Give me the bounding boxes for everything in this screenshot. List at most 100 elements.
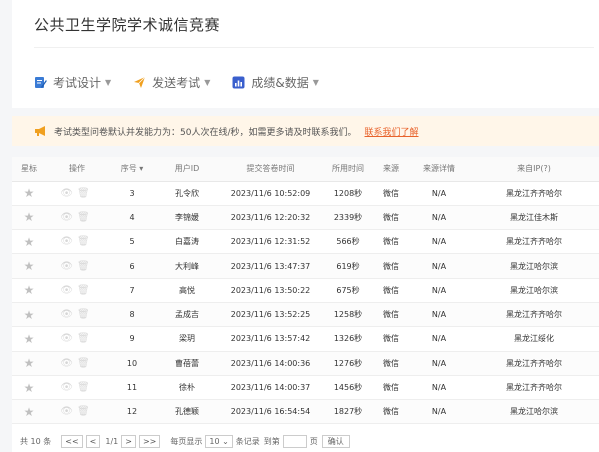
view-icon[interactable]: 👁 (60, 406, 77, 417)
notice-text: 考试类型问卷默认并发能力为：50人次在线/秒，如需更多请及时联系我们。 (54, 127, 357, 138)
cell-time: 2023/11/6 14:00:37 (218, 375, 323, 401)
contact-us-link[interactable]: 联系我们了解 (365, 125, 419, 138)
cell-seq: 10 (108, 351, 156, 376)
cell-time: 2023/11/6 16:54:54 (218, 399, 323, 425)
star-icon[interactable]: ★ (12, 326, 46, 352)
prev-page-button[interactable]: < (85, 435, 101, 448)
row-actions: 👁🗑 (46, 253, 108, 279)
delete-icon[interactable]: 🗑 (77, 285, 94, 296)
cell-seq: 12 (108, 399, 156, 425)
cell-seq: 5 (108, 229, 156, 255)
delete-icon[interactable]: 🗑 (77, 212, 94, 223)
results-data-label: 成绩&数据 (251, 76, 309, 90)
delete-icon[interactable]: 🗑 (77, 382, 94, 393)
results-data-menu[interactable]: 成绩&数据 ▼ (232, 74, 319, 91)
cell-source: 微信 (373, 399, 409, 425)
cell-duration: 1326秒 (323, 326, 373, 352)
goto-page-input[interactable] (282, 435, 307, 448)
row-actions: 👁🗑 (46, 229, 108, 255)
cell-seq: 7 (108, 278, 156, 303)
goto-unit: 页 (309, 437, 318, 446)
per-page-value: 10 (209, 437, 220, 446)
header-card: 公共卫生学院学术诚信竞赛 考试设计 ▼ 发送考试 ▼ 成绩&数据 ▼ (12, 0, 599, 108)
row-actions: 👁🗑 (46, 351, 108, 376)
col-header-duration: 所用时间 (323, 157, 373, 182)
exam-design-icon (34, 76, 47, 89)
per-page-unit: 条记录 (235, 437, 260, 446)
exam-design-menu[interactable]: 考试设计 ▼ (34, 74, 111, 91)
table-row: ★ 👁🗑 5 白嘉涛 2023/11/6 12:31:52 566秒 微信 N/A 黑龙江齐齐哈… (12, 229, 599, 255)
view-icon[interactable]: 👁 (60, 236, 77, 247)
cell-ip: 黑龙江齐齐哈尔 (469, 351, 599, 376)
sort-icon: ▾ (139, 164, 144, 174)
cell-source-detail: N/A (409, 399, 469, 425)
cell-time: 2023/11/6 14:00:36 (218, 351, 323, 376)
delete-icon[interactable]: 🗑 (77, 309, 94, 320)
star-icon[interactable]: ★ (12, 375, 46, 401)
star-icon[interactable]: ★ (12, 278, 46, 303)
per-page-select[interactable]: 10 ⌄ (205, 435, 233, 448)
send-exam-label: 发送考试 (152, 76, 201, 90)
cell-duration: 1258秒 (323, 302, 373, 328)
chevron-down-icon: ▼ (204, 78, 211, 87)
cell-time: 2023/11/6 12:31:52 (218, 229, 323, 255)
cell-duration: 1208秒 (323, 181, 373, 206)
cell-seq: 8 (108, 302, 156, 328)
cell-user: 梁玥 (156, 326, 218, 352)
last-page-button[interactable]: >> (138, 435, 161, 448)
delete-icon[interactable]: 🗑 (77, 261, 94, 272)
delete-icon[interactable]: 🗑 (77, 333, 94, 344)
star-icon[interactable]: ★ (12, 229, 46, 255)
cell-duration: 2339秒 (323, 205, 373, 231)
cell-time: 2023/11/6 10:52:09 (218, 181, 323, 206)
cell-user: 大利峰 (156, 253, 218, 279)
row-actions: 👁🗑 (46, 302, 108, 328)
row-actions: 👁🗑 (46, 375, 108, 401)
cell-ip: 黑龙江哈尔滨 (469, 399, 599, 425)
view-icon[interactable]: 👁 (60, 309, 77, 320)
send-exam-menu[interactable]: 发送考试 ▼ (133, 74, 210, 91)
view-icon[interactable]: 👁 (60, 358, 77, 369)
table-row: ★ 👁🗑 6 大利峰 2023/11/6 13:47:37 619秒 微信 N/A 黑龙江哈尔滨 (12, 253, 599, 279)
view-icon[interactable]: 👁 (60, 261, 77, 272)
cell-source: 微信 (373, 205, 409, 231)
delete-icon[interactable]: 🗑 (77, 406, 94, 417)
star-icon[interactable]: ★ (12, 351, 46, 376)
cell-ip: 黑龙江齐齐哈尔 (469, 302, 599, 328)
col-header-star[interactable]: 星标 (12, 157, 46, 182)
cell-duration: 1827秒 (323, 399, 373, 425)
cell-seq: 6 (108, 253, 156, 279)
delete-icon[interactable]: 🗑 (77, 188, 94, 199)
per-page-label: 每页显示 (170, 437, 203, 446)
cell-source-detail: N/A (409, 181, 469, 206)
cell-source-detail: N/A (409, 205, 469, 231)
total-count: 共 10 条 (20, 437, 52, 446)
view-icon[interactable]: 👁 (60, 188, 77, 199)
cell-source-detail: N/A (409, 229, 469, 255)
star-icon[interactable]: ★ (12, 399, 46, 425)
view-icon[interactable]: 👁 (60, 333, 77, 344)
star-icon[interactable]: ★ (12, 181, 46, 206)
delete-icon[interactable]: 🗑 (77, 236, 94, 247)
chart-icon (232, 76, 245, 89)
cell-user: 高悦 (156, 278, 218, 303)
view-icon[interactable]: 👁 (60, 212, 77, 223)
star-icon[interactable]: ★ (12, 205, 46, 231)
col-header-seq[interactable]: 序号 ▾ (108, 157, 156, 182)
star-icon[interactable]: ★ (12, 253, 46, 279)
cell-source: 微信 (373, 351, 409, 376)
star-icon[interactable]: ★ (12, 302, 46, 328)
cell-seq: 9 (108, 326, 156, 352)
page-title: 公共卫生学院学术诚信竞赛 (34, 16, 221, 34)
col-header-time: 提交答卷时间 (218, 157, 323, 182)
col-header-seq-label: 序号 (120, 164, 137, 174)
delete-icon[interactable]: 🗑 (77, 358, 94, 369)
cell-user: 徐朴 (156, 375, 218, 401)
view-icon[interactable]: 👁 (60, 382, 77, 393)
confirm-button[interactable]: 确认 (321, 435, 350, 448)
cell-ip: 黑龙江绥化 (469, 326, 599, 352)
first-page-button[interactable]: << (61, 435, 83, 448)
view-icon[interactable]: 👁 (60, 285, 77, 296)
next-page-button[interactable]: > (121, 435, 136, 448)
col-header-source-detail: 来源详情 (409, 157, 469, 182)
